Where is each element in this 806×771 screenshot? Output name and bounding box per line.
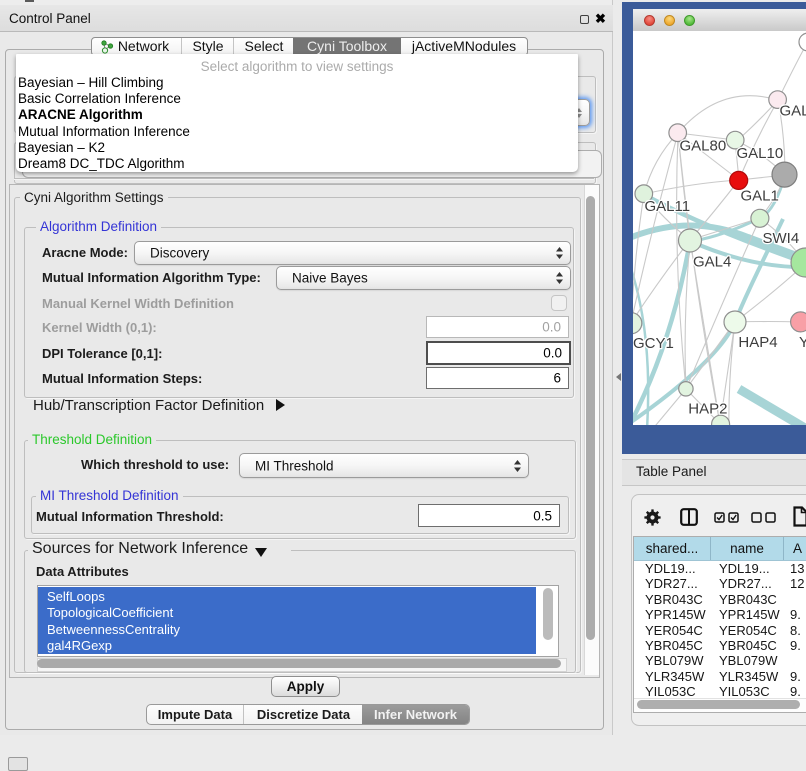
svg-text:Y: Y (799, 334, 806, 351)
svg-text:GAL11: GAL11 (645, 198, 691, 215)
svg-text:GAL8: GAL8 (780, 103, 806, 120)
svg-text:HAP2: HAP2 (688, 401, 727, 418)
svg-text:SWI4: SWI4 (763, 230, 800, 247)
svg-text:GCY1: GCY1 (633, 335, 674, 352)
svg-text:HAP4: HAP4 (738, 334, 777, 351)
svg-text:GAL10: GAL10 (737, 145, 784, 162)
svg-text:GAL80: GAL80 (680, 138, 727, 155)
svg-text:GAL4: GAL4 (693, 254, 731, 271)
svg-text:GAL1: GAL1 (741, 187, 779, 204)
